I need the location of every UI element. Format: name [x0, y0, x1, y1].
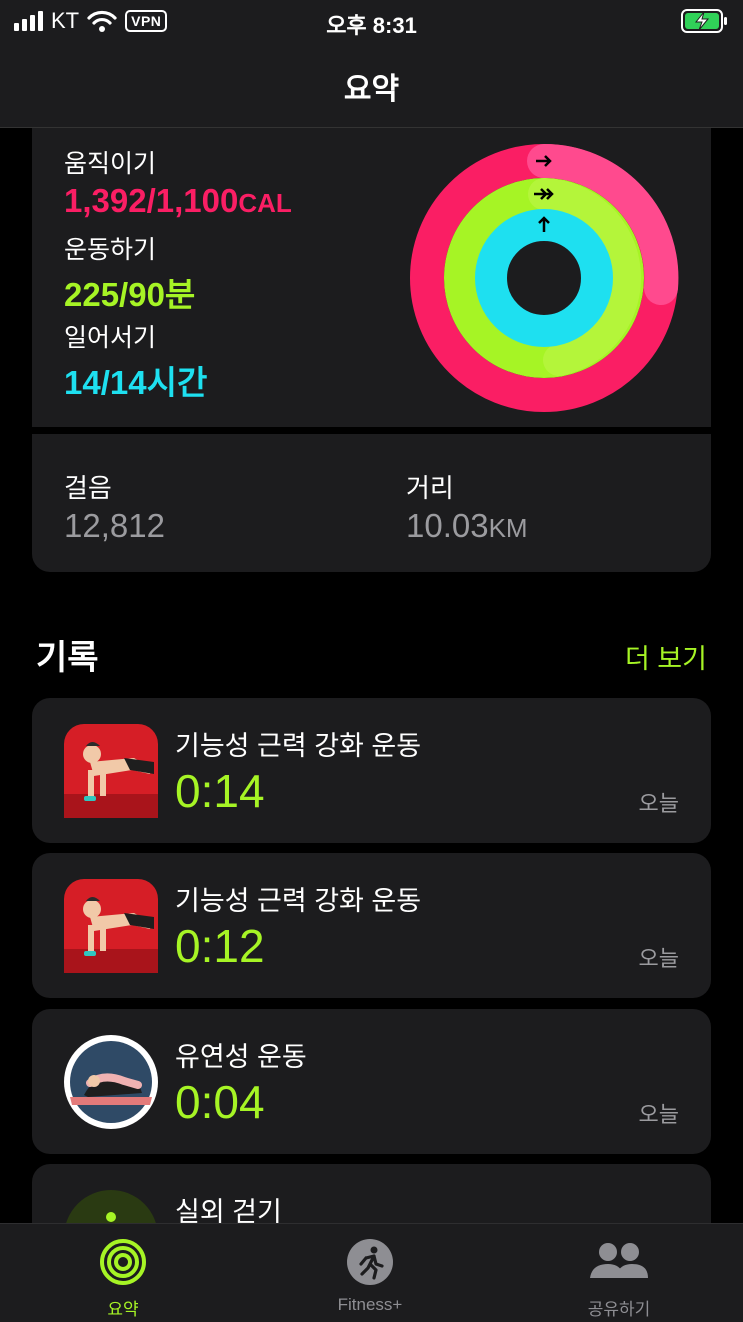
steps-distance-card[interactable]: 걸음 12,812 거리 10.03KM: [32, 434, 711, 572]
fitness-runner-icon: [347, 1239, 393, 1285]
stand-metric: 일어서기 14/14시간: [64, 318, 207, 404]
workout-name: 기능성 근력 강화 운동: [175, 731, 422, 761]
steps-value: 12,812: [64, 507, 165, 544]
tab-fitness-plus[interactable]: Fitness+: [280, 1238, 460, 1315]
people-icon: [590, 1243, 648, 1278]
steps-stat: 걸음 12,812: [64, 468, 165, 545]
tab-summary-label: 요약: [107, 1300, 139, 1319]
activity-rings-icon: [100, 1239, 146, 1285]
pushup-icon: [64, 724, 158, 818]
workout-duration: 0:14: [175, 765, 265, 817]
records-heading: 기록: [36, 639, 99, 677]
status-bar: KT VPN 오후 8:31: [0, 0, 743, 42]
workout-date: 오늘: [638, 946, 679, 971]
tab-summary[interactable]: 요약: [33, 1238, 213, 1320]
workout-duration: 0:04: [175, 1076, 265, 1128]
status-time: 오후 8:31: [326, 13, 417, 38]
stretch-icon: [64, 1035, 158, 1129]
page-title: 요약: [343, 73, 400, 106]
tab-fitness-plus-label: Fitness+: [337, 1295, 403, 1314]
stand-value: 14/14시간: [64, 364, 208, 401]
exercise-label: 운동하기: [64, 236, 157, 264]
move-value: 1,392/1,100CAL: [64, 182, 292, 219]
workout-row[interactable]: 기능성 근력 강화 운동 0:14 오늘: [32, 698, 711, 843]
tab-sharing-label: 공유하기: [587, 1300, 651, 1319]
stand-label: 일어서기: [64, 324, 157, 352]
exercise-metric: 운동하기 225/90분: [64, 230, 195, 316]
distance-value: 10.03KM: [406, 507, 528, 544]
move-label: 움직이기: [64, 150, 157, 178]
workout-name: 유연성 운동: [175, 1042, 307, 1072]
workout-name: 기능성 근력 강화 운동: [175, 886, 422, 916]
pushup-icon: [64, 879, 158, 973]
tab-bar: 요약 Fitness+ 공유하기: [0, 1223, 743, 1322]
steps-label: 걸음: [64, 473, 112, 503]
battery-charging-icon: [681, 9, 727, 33]
workout-duration: 0:12: [175, 920, 265, 972]
navigation-bar: 요약: [0, 42, 743, 128]
activity-rings-icon: [410, 143, 679, 412]
distance-stat: 거리 10.03KM: [406, 468, 528, 545]
workout-date: 오늘: [638, 1102, 679, 1127]
workout-row[interactable]: 기능성 근력 강화 운동 0:12 오늘: [32, 853, 711, 998]
workout-row[interactable]: 유연성 운동 0:04 오늘: [32, 1009, 711, 1154]
exercise-value: 225/90분: [64, 276, 196, 313]
tab-sharing[interactable]: 공유하기: [529, 1238, 709, 1320]
show-more-link[interactable]: 더 보기: [625, 637, 707, 676]
workout-date: 오늘: [638, 791, 679, 816]
distance-label: 거리: [406, 473, 454, 503]
activity-rings-card[interactable]: 움직이기 1,392/1,100CAL 운동하기 225/90분 일어서기 14…: [32, 128, 711, 430]
move-metric: 움직이기 1,392/1,100CAL: [64, 144, 292, 220]
